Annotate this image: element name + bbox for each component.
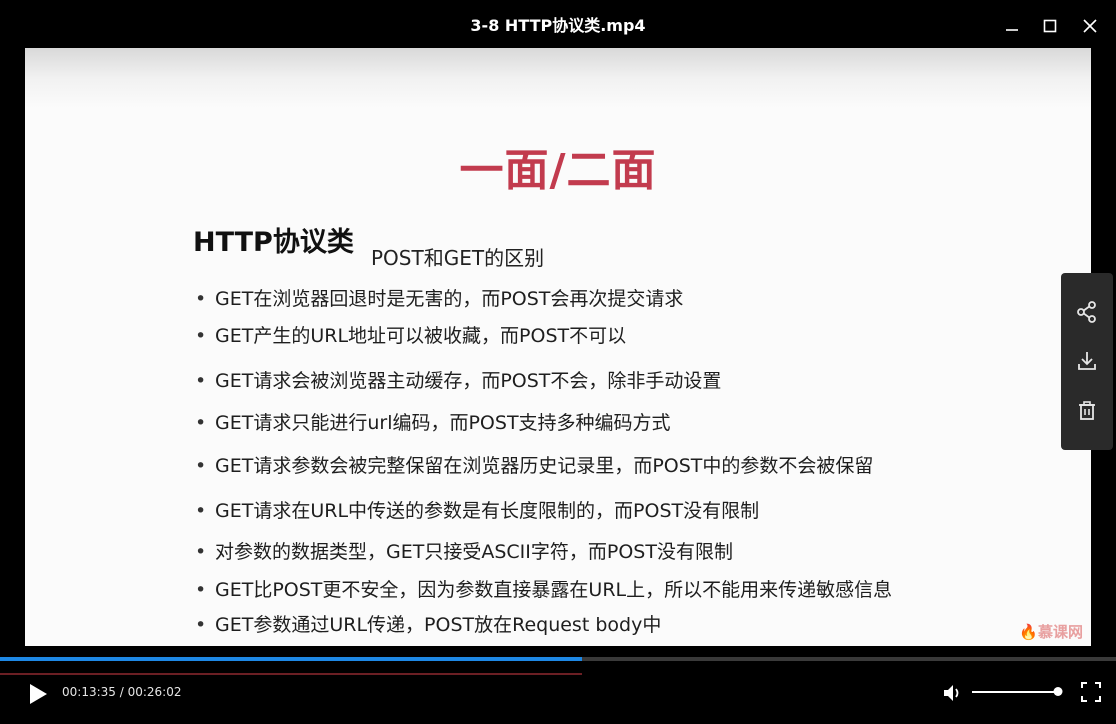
- bullet-text: GET在浏览器回退时是无害的，而POST会再次提交请求: [215, 288, 684, 310]
- list-item: • GET比POST更不安全，因为参数直接暴露在URL上，所以不能用来传递敏感信息: [195, 575, 892, 602]
- slide-topic: HTTP协议类: [193, 227, 354, 258]
- delete-icon: [1079, 401, 1095, 420]
- minimize-icon: [1006, 29, 1018, 31]
- side-action-panel: [1061, 273, 1113, 450]
- volume-knob[interactable]: [1053, 687, 1063, 696]
- watermark-logo: 🔥慕课网: [1019, 621, 1083, 642]
- bullet-symbol: •: [195, 500, 207, 522]
- volume-button[interactable]: [942, 682, 964, 704]
- bullet-text: GET请求在URL中传送的参数是有长度限制的，而POST没有限制: [215, 500, 760, 522]
- bullet-symbol: •: [195, 370, 207, 392]
- video-player-window: 3-8 HTTP协议类.mp4 一面/二面 HTTP协议类 POST和GET的区…: [0, 0, 1116, 724]
- fullscreen-button[interactable]: [1081, 682, 1101, 702]
- bullet-text: GET请求只能进行url编码，而POST支持多种编码方式: [215, 412, 671, 434]
- close-icon: [1083, 19, 1097, 33]
- player-controls: 00:13:35 / 00:26:02: [0, 676, 1116, 724]
- volume-level: [972, 691, 1058, 693]
- buffer-indicator: [0, 673, 583, 675]
- bullet-symbol: •: [195, 614, 207, 636]
- maximize-icon: [1043, 19, 1057, 33]
- bullet-text: GET参数通过URL传递，POST放在Request body中: [215, 614, 662, 636]
- list-item: • GET请求在URL中传送的参数是有长度限制的，而POST没有限制: [195, 496, 759, 523]
- maximize-button[interactable]: [1040, 16, 1060, 36]
- volume-icon: [944, 685, 959, 701]
- watermark-text: 慕课网: [1037, 623, 1083, 641]
- time-display: 00:13:35 / 00:26:02: [62, 685, 182, 699]
- bullet-symbol: •: [195, 541, 207, 563]
- video-frame-slide: 一面/二面 HTTP协议类 POST和GET的区别 • GET在浏览器回退时是无害…: [25, 48, 1091, 646]
- bullet-text: GET请求会被浏览器主动缓存，而POST不会，除非手动设置: [215, 370, 722, 392]
- download-icon: [1078, 352, 1096, 370]
- play-icon: [30, 684, 47, 704]
- bullet-text: 对参数的数据类型，GET只接受ASCII字符，而POST没有限制: [215, 541, 733, 563]
- share-button[interactable]: [1075, 300, 1099, 324]
- delete-button[interactable]: [1075, 399, 1099, 423]
- seek-bar[interactable]: [0, 657, 1116, 661]
- minimize-button[interactable]: [1002, 16, 1022, 36]
- bullet-text: GET产生的URL地址可以被收藏，而POST不可以: [215, 325, 627, 347]
- bullet-symbol: •: [195, 455, 207, 477]
- bullet-symbol: •: [195, 579, 207, 601]
- fullscreen-icon: [1081, 682, 1101, 702]
- slide-subtopic: POST和GET的区别: [371, 246, 545, 270]
- bullet-text: GET请求参数会被完整保留在浏览器历史记录里，而POST中的参数不会被保留: [215, 455, 874, 477]
- flame-icon: 🔥: [1019, 623, 1038, 641]
- window-title: 3-8 HTTP协议类.mp4: [470, 16, 646, 35]
- volume-slider[interactable]: [972, 687, 1063, 696]
- title-bar: 3-8 HTTP协议类.mp4: [0, 0, 1116, 48]
- share-icon: [1077, 301, 1096, 323]
- bullet-text: GET比POST更不安全，因为参数直接暴露在URL上，所以不能用来传递敏感信息: [215, 579, 893, 601]
- bullet-symbol: •: [195, 288, 207, 310]
- close-button[interactable]: [1080, 16, 1100, 36]
- play-button[interactable]: [26, 682, 50, 706]
- video-area[interactable]: 一面/二面 HTTP协议类 POST和GET的区别 • GET在浏览器回退时是无害…: [0, 48, 1116, 656]
- seek-bar-played: [0, 657, 583, 661]
- list-item: • GET请求会被浏览器主动缓存，而POST不会，除非手动设置: [195, 366, 721, 393]
- list-item: • 对参数的数据类型，GET只接受ASCII字符，而POST没有限制: [195, 537, 733, 564]
- bullet-symbol: •: [195, 412, 207, 434]
- list-item: • GET在浏览器回退时是无害的，而POST会再次提交请求: [195, 284, 683, 311]
- slide-heading: 一面/二面: [459, 145, 657, 196]
- list-item: • GET参数通过URL传递，POST放在Request body中: [195, 610, 661, 637]
- list-item: • GET请求只能进行url编码，而POST支持多种编码方式: [195, 408, 671, 435]
- list-item: • GET请求参数会被完整保留在浏览器历史记录里，而POST中的参数不会被保留: [195, 451, 873, 478]
- download-button[interactable]: [1075, 349, 1099, 373]
- bullet-symbol: •: [195, 325, 207, 347]
- list-item: • GET产生的URL地址可以被收藏，而POST不可以: [195, 321, 626, 348]
